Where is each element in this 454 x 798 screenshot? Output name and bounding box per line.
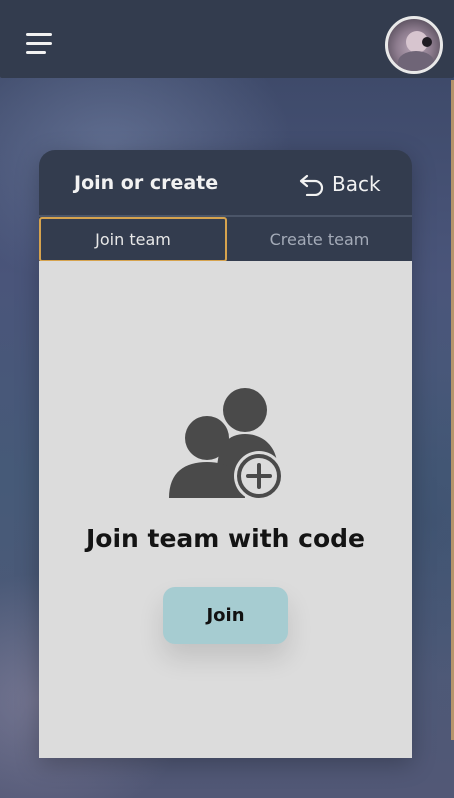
join-team-content: Join team with code Join [39,261,412,758]
undo-arrow-icon [299,174,324,196]
join-or-create-panel: Join or create Back Join team Create tea… [39,150,412,758]
join-button[interactable]: Join [163,587,288,644]
top-app-bar [0,0,454,78]
tab-join-team[interactable]: Join team [39,217,227,262]
panel-title: Join or create [74,172,219,194]
back-button[interactable]: Back [299,170,381,198]
panel-header: Join or create Back [39,150,412,216]
add-team-icon [169,388,284,501]
hamburger-menu-icon[interactable] [26,33,54,55]
tab-create-team[interactable]: Create team [227,217,412,262]
join-with-code-heading: Join team with code [85,524,366,553]
back-label: Back [332,172,381,196]
team-tabs: Join team Create team [39,215,412,262]
user-avatar[interactable] [385,16,443,74]
